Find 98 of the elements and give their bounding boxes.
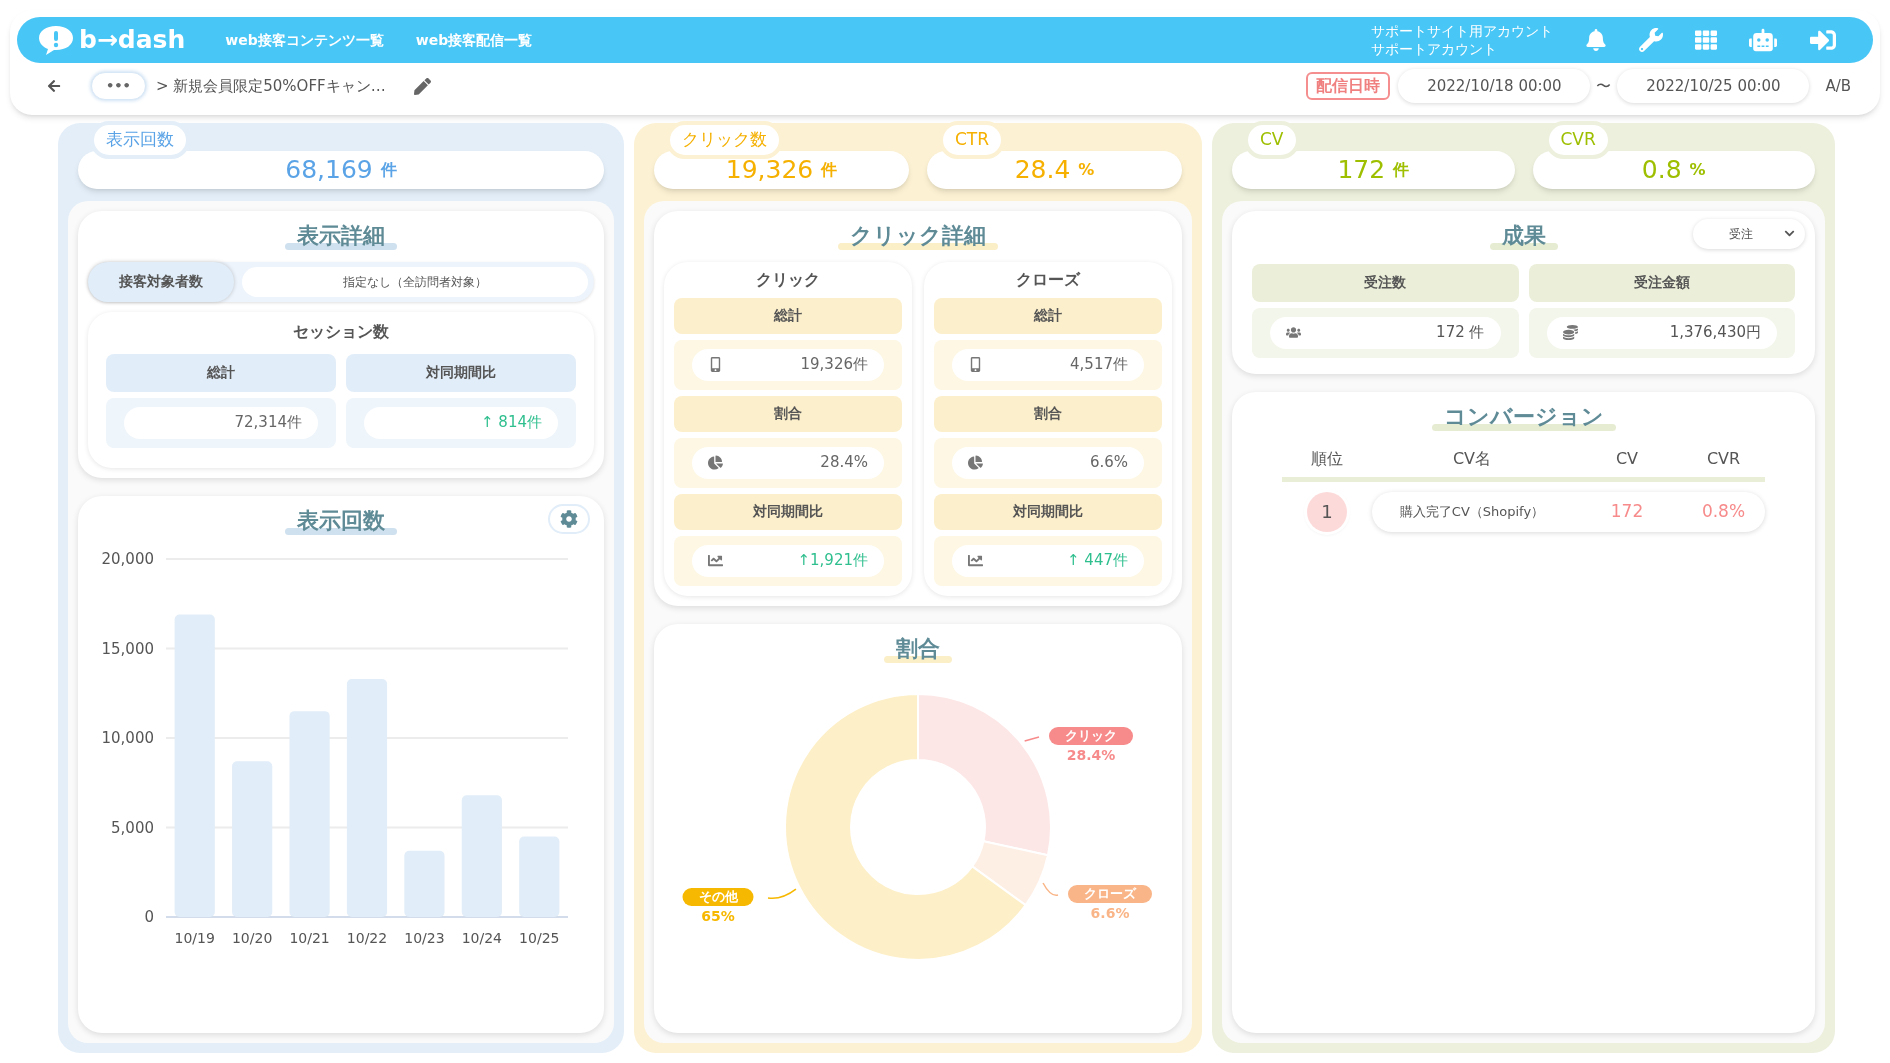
- stat-header: 受注金額: [1528, 263, 1795, 302]
- settings-button[interactable]: [548, 503, 590, 534]
- phone-icon: [708, 357, 723, 372]
- leader-line: [1042, 881, 1059, 896]
- slice-value: 28.4%: [1066, 745, 1116, 765]
- group-title: クリック: [756, 268, 820, 291]
- slice-label: クローズ: [1068, 884, 1152, 903]
- stat-value: 1,376,430円: [1669, 322, 1761, 344]
- metric-value: 172 件: [1232, 150, 1515, 189]
- metric-value: 0.8 %: [1532, 150, 1815, 189]
- stat-header: 受注数: [1252, 263, 1519, 302]
- rank-badge: 1: [1307, 491, 1347, 532]
- column-header: CV名: [1451, 447, 1493, 470]
- conversion-row[interactable]: 購入完了CV（Shopify） 172 0.8%: [1372, 491, 1765, 532]
- login-icon[interactable]: [1809, 27, 1837, 53]
- axis-label: 15,000: [101, 639, 154, 657]
- wrench-icon[interactable]: [1639, 28, 1663, 52]
- account-name: サポートサイト用アカウント: [1371, 22, 1553, 40]
- cv-count: 172: [1609, 499, 1645, 523]
- axis-label: 10/25: [519, 929, 560, 946]
- settings-icon: [560, 509, 578, 528]
- stat-header: 総計: [674, 297, 902, 334]
- column-header: 順位: [1310, 447, 1344, 470]
- slice-value: 6.6%: [1090, 903, 1130, 923]
- stat-value: 28.4%: [820, 452, 868, 474]
- chevron-down-icon: [1784, 228, 1795, 239]
- stat-value: ↑ 447件: [1067, 550, 1128, 572]
- section-title: 成果: [1489, 218, 1558, 252]
- stat-header: 総計: [106, 353, 336, 392]
- stat-header: 対同期間比: [934, 493, 1162, 530]
- cv-rate: 0.8%: [1700, 499, 1747, 523]
- outcome-select[interactable]: 受注: [1693, 218, 1805, 249]
- stat-header: 対同期間比: [346, 353, 576, 392]
- stat-value: 6.6%: [1089, 452, 1128, 474]
- group-title: クローズ: [1016, 268, 1080, 291]
- section-title: 表示詳細: [285, 218, 397, 252]
- section-title: 表示回数: [285, 503, 397, 537]
- cv-name: 購入完了CV（Shopify）: [1398, 502, 1546, 521]
- stat-header: 割合: [674, 395, 902, 432]
- section-title: コンバージョン: [1431, 399, 1616, 433]
- bar: [404, 850, 445, 917]
- axis-label: 10/22: [346, 929, 388, 946]
- stat-header: 対同期間比: [674, 493, 902, 530]
- line-chart-icon: [968, 553, 983, 568]
- axis-label: 10/23: [404, 929, 445, 946]
- grid-icon[interactable]: [1695, 29, 1717, 51]
- section-title: 割合: [884, 631, 952, 665]
- pie-chart-icon: [708, 455, 723, 470]
- breadcrumb: > 新規会員限定50%OFFキャン…: [155, 75, 386, 97]
- coins-icon: [1562, 325, 1578, 340]
- account-name: サポートアカウント: [1371, 40, 1498, 58]
- column-header: CVR: [1705, 447, 1742, 470]
- metric-label: CV: [1244, 121, 1300, 159]
- bell-icon[interactable]: [1585, 29, 1607, 51]
- metric-value: 68,169 件: [78, 150, 604, 189]
- robot-icon[interactable]: [1749, 27, 1777, 53]
- range-separator: 〜: [1596, 75, 1612, 97]
- stat-value: ↑ 814件: [364, 406, 558, 439]
- start-date-field[interactable]: 2022/10/18 00:00: [1398, 69, 1591, 103]
- axis-label: 20,000: [101, 549, 154, 568]
- axis-label: 10/24: [461, 929, 503, 946]
- stat-value: 172 件: [1436, 322, 1485, 344]
- stat-value: 72,314件: [124, 406, 318, 439]
- target-label: 接客対象者数: [88, 261, 234, 302]
- more-button[interactable]: •••: [91, 72, 146, 100]
- back-icon[interactable]: [47, 79, 61, 93]
- axis-label: 10/19: [174, 929, 215, 946]
- speech-bubble-icon: [37, 24, 75, 56]
- people-icon: [1286, 325, 1301, 340]
- pie-chart-icon: [968, 455, 983, 470]
- leader-line: [1023, 735, 1040, 742]
- axis-label: 10/21: [289, 929, 330, 946]
- section-title: クリック詳細: [838, 218, 998, 252]
- stat-header: 割合: [934, 395, 1162, 432]
- slice-label: その他: [682, 887, 754, 906]
- slice-label: クリック: [1049, 726, 1133, 745]
- target-value: 指定なし（全訪問者対象）: [242, 266, 588, 297]
- line-chart-icon: [708, 553, 723, 568]
- metric-value: 28.4 %: [927, 150, 1182, 189]
- leader-line: [767, 887, 797, 899]
- date-label: 配信日時: [1306, 72, 1391, 100]
- column-header: CV: [1614, 447, 1640, 470]
- stat-value: ↑1,921件: [797, 550, 868, 572]
- axis-label: 10,000: [101, 728, 154, 747]
- stat-value: 19,326件: [800, 354, 868, 376]
- end-date-field[interactable]: 2022/10/25 00:00: [1617, 69, 1810, 103]
- axis-label: 10/20: [231, 929, 273, 946]
- metric-label: 表示回数: [90, 121, 190, 159]
- slice-value: 65%: [701, 906, 735, 926]
- axis-label: 5,000: [111, 818, 154, 836]
- phone-icon: [968, 357, 983, 372]
- ab-label[interactable]: A/B: [1825, 74, 1851, 98]
- edit-icon[interactable]: [413, 77, 431, 95]
- metric-label: クリック数: [666, 121, 783, 159]
- stat-value: 4,517件: [1070, 354, 1128, 376]
- session-title: セッション数: [293, 320, 389, 343]
- axis-label: 0: [144, 907, 154, 926]
- stat-header: 総計: [934, 297, 1162, 334]
